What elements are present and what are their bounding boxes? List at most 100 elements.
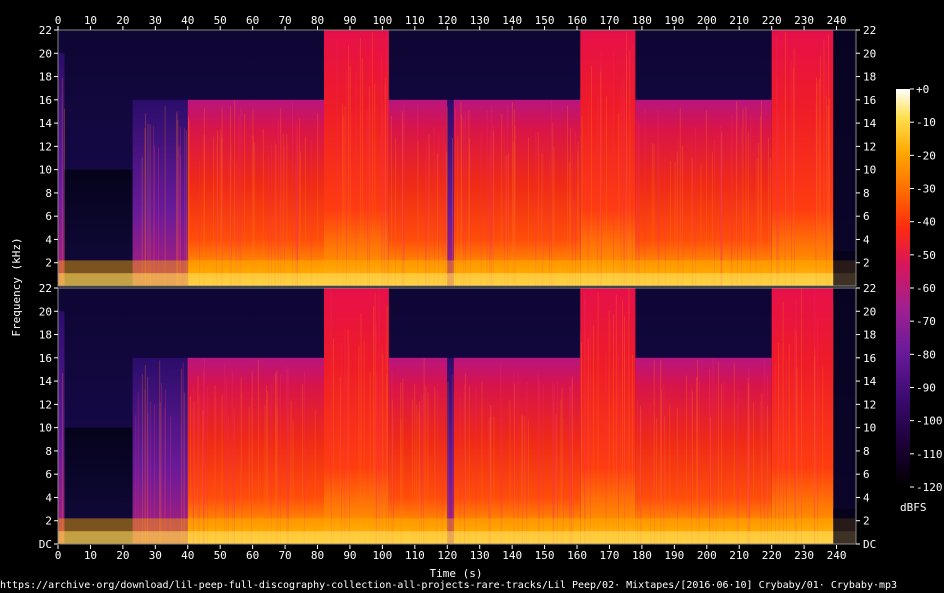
colorbar-tick-label: -70 [916,315,936,328]
colorbar-tick-label: -30 [916,183,936,196]
colorbar-tick-label: -40 [916,216,936,229]
x-tick-top-label: 10 [84,14,97,27]
x-tick-top-label: 40 [181,14,194,27]
x-tick-bottom-label: 230 [794,549,814,562]
y-tick-left-label: 18 [39,329,52,342]
x-tick-bottom-label: 50 [214,549,227,562]
y-tick-right-label: 22 [863,24,876,37]
x-tick-top-label: 190 [664,14,684,27]
colorbar-tick-label: -50 [916,249,936,262]
tail-fade [833,288,856,544]
x-tick-top-label: 110 [405,14,425,27]
y-tick-right-label: 6 [863,210,870,223]
y-tick-left-label: 16 [39,352,52,365]
x-tick-bottom-label: 140 [502,549,522,562]
y-tick-right-label: 14 [863,117,877,130]
y-tick-left-label: DC [39,538,52,551]
segment-4 [324,30,389,286]
spectrogram-channel-1 [58,30,856,287]
y-tick-right-label: DC [863,538,876,551]
y-tick-right-label: 2 [863,515,870,528]
y-tick-left-label: 22 [39,282,52,295]
y-tick-left-label: 4 [45,491,52,504]
y-tick-left-label: 14 [39,375,53,388]
segment-9 [635,99,772,287]
x-tick-top-label: 20 [116,14,129,27]
x-tick-top-label: 60 [246,14,259,27]
x-tick-bottom-label: 90 [343,549,356,562]
segment-0 [58,311,65,544]
x-tick-top-label: 130 [470,14,490,27]
y-tick-right-label: 18 [863,71,876,84]
colorbar [896,89,910,487]
y-tick-right-label: 16 [863,352,876,365]
y-tick-right-label: 4 [863,491,870,504]
y-tick-left-label: 12 [39,398,52,411]
segment-3 [187,357,324,544]
x-tick-bottom-label: 30 [149,549,162,562]
x-tick-top-label: 0 [55,14,62,27]
colorbar-label: dBFS [900,501,927,514]
y-tick-left-label: 18 [39,71,52,84]
y-tick-left-label: 12 [39,140,52,153]
x-tick-top-label: 220 [762,14,782,27]
x-tick-bottom-label: 60 [246,549,259,562]
colorbar-tick-label: -10 [916,116,936,129]
x-tick-bottom-label: 20 [116,549,129,562]
y-tick-left-label: 6 [45,210,52,223]
x-tick-top-label: 70 [278,14,291,27]
x-tick-bottom-label: 220 [762,549,782,562]
x-tick-top-label: 160 [567,14,587,27]
segment-10 [771,288,834,544]
x-tick-bottom-label: 180 [632,549,652,562]
x-tick-top-label: 150 [535,14,555,27]
segment-3 [187,99,324,287]
y-tick-left-label: 2 [45,257,52,270]
spectrogram-channel-2 [58,288,856,544]
y-tick-right-label: 8 [863,445,870,458]
y-tick-left-label: 8 [45,445,52,458]
y-tick-right-label: 10 [863,164,876,177]
x-tick-bottom-label: 40 [181,549,194,562]
x-tick-bottom-label: 170 [600,549,620,562]
x-tick-top-label: 170 [600,14,620,27]
segment-5 [388,357,448,544]
x-tick-bottom-label: 210 [729,549,749,562]
x-tick-bottom-label: 80 [311,549,324,562]
y-tick-left-label: 8 [45,187,52,200]
x-axis-top-ticks: 0 10 20 30 40 50 60 70 80 90 100 110 120 130 140 150 160… [55,14,847,30]
y-tick-left-label: 14 [39,117,53,130]
x-tick-top-label: 120 [437,14,457,27]
y-tick-left-label: 16 [39,94,52,107]
x-tick-top-label: 140 [502,14,522,27]
spectrogram-figure: 0 10 20 30 40 50 60 70 80 90 100 110 120 130 140 150 160… [10,14,943,580]
segment-7 [453,99,581,287]
y-tick-left-label: 2 [45,515,52,528]
y-tick-right-label: 14 [863,375,877,388]
x-tick-bottom-label: 240 [827,549,847,562]
y-tick-right-label: 22 [863,282,876,295]
x-tick-top-label: 90 [343,14,356,27]
sub-bass-band [58,531,856,544]
colorbar-tick-label: -80 [916,348,936,361]
y-tick-right-label: 18 [863,329,876,342]
x-tick-bottom-label: 130 [470,549,490,562]
x-tick-top-label: 200 [697,14,717,27]
y-tick-left-label: 20 [39,47,52,60]
x-tick-bottom-label: 70 [278,549,291,562]
x-tick-top-label: 230 [794,14,814,27]
y-tick-right-label: 10 [863,422,876,435]
x-tick-bottom-label: 110 [405,549,425,562]
colorbar-tick-label: -100 [916,415,943,428]
x-tick-bottom-label: 0 [55,549,62,562]
x-tick-bottom-label: 120 [437,549,457,562]
segment-9 [635,357,772,544]
y-tick-right-label: 16 [863,94,876,107]
tail-fade [833,30,856,286]
x-tick-top-label: 240 [827,14,847,27]
y-tick-left-label: 6 [45,468,52,481]
x-axis-bottom-ticks: 0 10 20 30 40 50 60 70 80 90 100 110 120 130 140 150 160… [55,545,847,562]
y-tick-left-label: 22 [39,24,52,37]
y-axis-label: Frequency (kHz) [10,237,23,336]
y-tick-right-label: 20 [863,47,876,60]
